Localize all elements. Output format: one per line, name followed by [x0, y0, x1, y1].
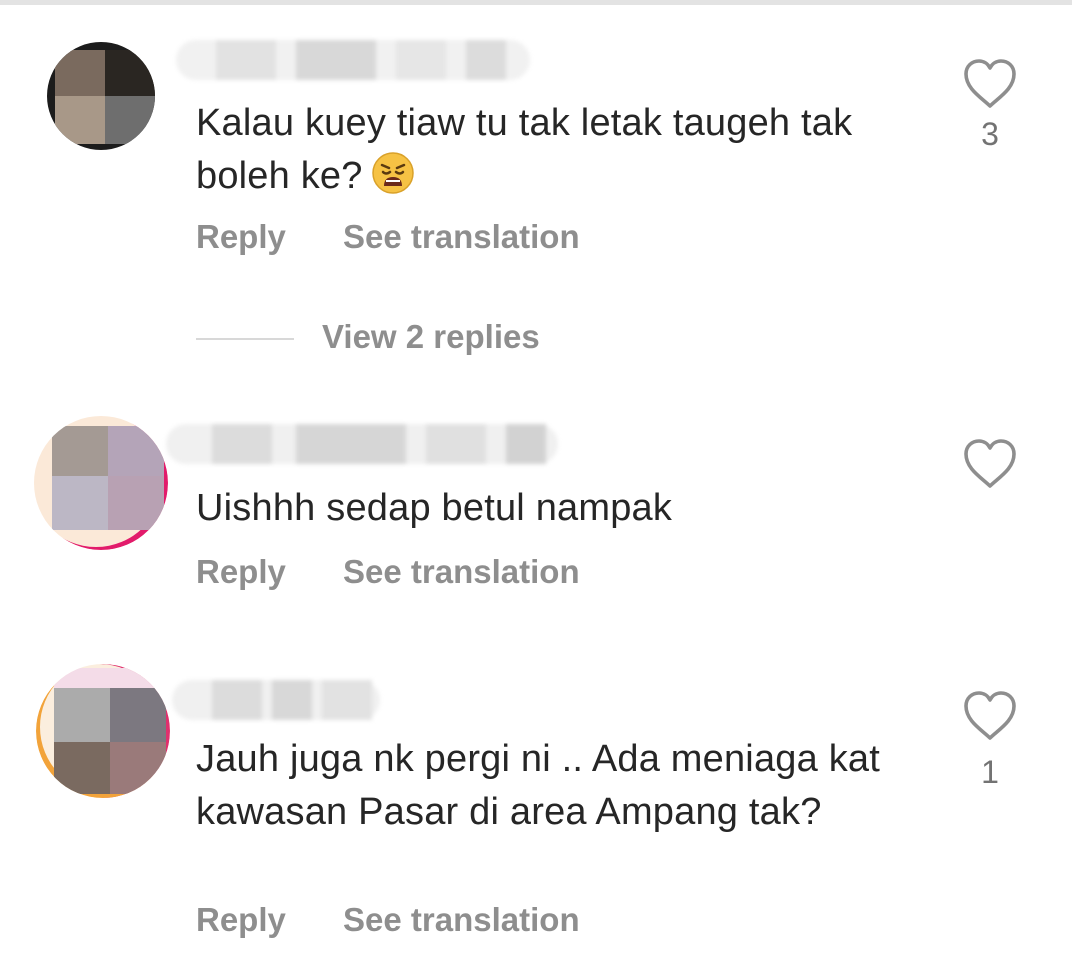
comment-3: Jauh juga nk pergi ni .. Ada meniaga kat…	[0, 0, 1072, 956]
username-redacted[interactable]	[172, 680, 380, 720]
see-translation-button[interactable]: See translation	[343, 901, 580, 939]
avatar[interactable]	[36, 664, 170, 798]
reply-button[interactable]: Reply	[196, 901, 286, 939]
heart-outline-icon[interactable]	[962, 690, 1018, 742]
comment-actions: Reply See translation	[196, 901, 580, 939]
like-count: 1	[981, 754, 999, 790]
comment-text: Jauh juga nk pergi ni .. Ada meniaga kat…	[196, 738, 881, 833]
